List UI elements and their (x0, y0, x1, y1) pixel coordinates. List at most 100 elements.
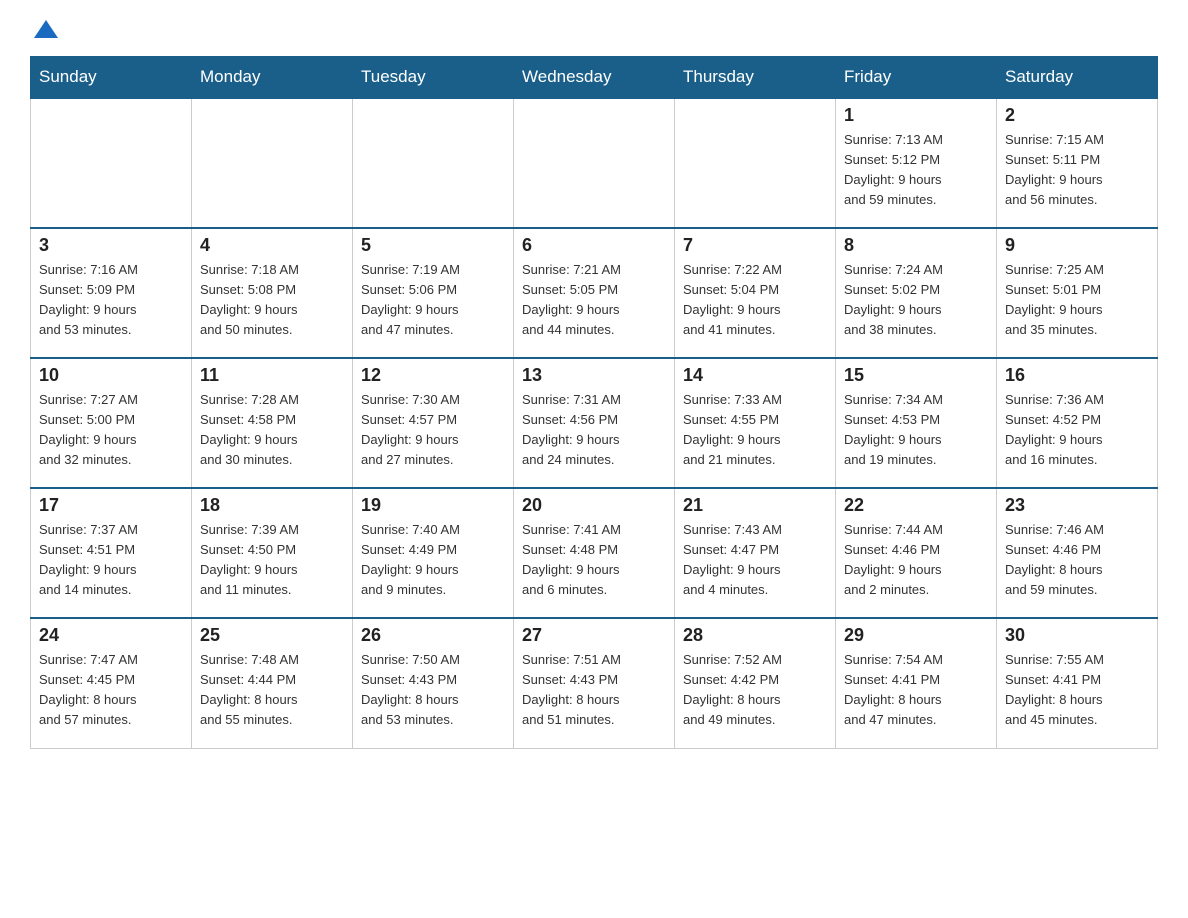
day-info: Sunrise: 7:27 AM Sunset: 5:00 PM Dayligh… (39, 390, 183, 471)
day-info: Sunrise: 7:34 AM Sunset: 4:53 PM Dayligh… (844, 390, 988, 471)
day-number: 19 (361, 495, 505, 516)
calendar-cell: 18 Sunrise: 7:39 AM Sunset: 4:50 PM Dayli… (192, 488, 353, 618)
day-info: Sunrise: 7:55 AM Sunset: 4:41 PM Dayligh… (1005, 650, 1149, 731)
week-row-1: 1 Sunrise: 7:13 AM Sunset: 5:12 PM Daylig… (31, 98, 1158, 228)
calendar-cell: 9 Sunrise: 7:25 AM Sunset: 5:01 PM Daylig… (997, 228, 1158, 358)
day-number: 18 (200, 495, 344, 516)
day-number: 17 (39, 495, 183, 516)
calendar-cell (31, 98, 192, 228)
day-number: 16 (1005, 365, 1149, 386)
calendar-cell: 20 Sunrise: 7:41 AM Sunset: 4:48 PM Dayli… (514, 488, 675, 618)
day-info: Sunrise: 7:25 AM Sunset: 5:01 PM Dayligh… (1005, 260, 1149, 341)
day-number: 3 (39, 235, 183, 256)
logo (30, 20, 60, 36)
day-info: Sunrise: 7:39 AM Sunset: 4:50 PM Dayligh… (200, 520, 344, 601)
weekday-header-wednesday: Wednesday (514, 57, 675, 99)
calendar-cell: 3 Sunrise: 7:16 AM Sunset: 5:09 PM Daylig… (31, 228, 192, 358)
calendar-cell: 30 Sunrise: 7:55 AM Sunset: 4:41 PM Dayli… (997, 618, 1158, 748)
day-info: Sunrise: 7:30 AM Sunset: 4:57 PM Dayligh… (361, 390, 505, 471)
day-number: 2 (1005, 105, 1149, 126)
day-number: 1 (844, 105, 988, 126)
day-number: 30 (1005, 625, 1149, 646)
day-info: Sunrise: 7:40 AM Sunset: 4:49 PM Dayligh… (361, 520, 505, 601)
day-info: Sunrise: 7:41 AM Sunset: 4:48 PM Dayligh… (522, 520, 666, 601)
day-number: 7 (683, 235, 827, 256)
calendar-cell: 10 Sunrise: 7:27 AM Sunset: 5:00 PM Dayli… (31, 358, 192, 488)
day-number: 22 (844, 495, 988, 516)
day-number: 10 (39, 365, 183, 386)
day-info: Sunrise: 7:18 AM Sunset: 5:08 PM Dayligh… (200, 260, 344, 341)
calendar-table: SundayMondayTuesdayWednesdayThursdayFrid… (30, 56, 1158, 749)
calendar-cell: 5Sunrise: 7:19 AM Sunset: 5:06 PM Daylig… (353, 228, 514, 358)
day-info: Sunrise: 7:47 AM Sunset: 4:45 PM Dayligh… (39, 650, 183, 731)
day-number: 21 (683, 495, 827, 516)
day-info: Sunrise: 7:15 AM Sunset: 5:11 PM Dayligh… (1005, 130, 1149, 211)
day-info: Sunrise: 7:54 AM Sunset: 4:41 PM Dayligh… (844, 650, 988, 731)
calendar-cell: 25 Sunrise: 7:48 AM Sunset: 4:44 PM Dayli… (192, 618, 353, 748)
week-row-5: 24Sunrise: 7:47 AM Sunset: 4:45 PM Dayli… (31, 618, 1158, 748)
calendar-cell (192, 98, 353, 228)
day-number: 28 (683, 625, 827, 646)
day-number: 12 (361, 365, 505, 386)
weekday-header-thursday: Thursday (675, 57, 836, 99)
day-info: Sunrise: 7:51 AM Sunset: 4:43 PM Dayligh… (522, 650, 666, 731)
day-info: Sunrise: 7:21 AM Sunset: 5:05 PM Dayligh… (522, 260, 666, 341)
calendar-cell: 11Sunrise: 7:28 AM Sunset: 4:58 PM Dayli… (192, 358, 353, 488)
logo-triangle-icon (32, 16, 60, 44)
calendar-cell (675, 98, 836, 228)
calendar-cell: 13 Sunrise: 7:31 AM Sunset: 4:56 PM Dayli… (514, 358, 675, 488)
page-header (30, 20, 1158, 36)
day-number: 27 (522, 625, 666, 646)
calendar-cell: 24Sunrise: 7:47 AM Sunset: 4:45 PM Dayli… (31, 618, 192, 748)
day-info: Sunrise: 7:50 AM Sunset: 4:43 PM Dayligh… (361, 650, 505, 731)
day-number: 14 (683, 365, 827, 386)
day-info: Sunrise: 7:36 AM Sunset: 4:52 PM Dayligh… (1005, 390, 1149, 471)
calendar-cell: 17 Sunrise: 7:37 AM Sunset: 4:51 PM Dayli… (31, 488, 192, 618)
day-number: 6 (522, 235, 666, 256)
week-row-4: 17 Sunrise: 7:37 AM Sunset: 4:51 PM Dayli… (31, 488, 1158, 618)
weekday-header-tuesday: Tuesday (353, 57, 514, 99)
day-number: 5 (361, 235, 505, 256)
weekday-header-monday: Monday (192, 57, 353, 99)
day-number: 9 (1005, 235, 1149, 256)
day-info: Sunrise: 7:44 AM Sunset: 4:46 PM Dayligh… (844, 520, 988, 601)
calendar-cell: 16 Sunrise: 7:36 AM Sunset: 4:52 PM Dayli… (997, 358, 1158, 488)
day-info: Sunrise: 7:46 AM Sunset: 4:46 PM Dayligh… (1005, 520, 1149, 601)
day-info: Sunrise: 7:22 AM Sunset: 5:04 PM Dayligh… (683, 260, 827, 341)
calendar-cell: 7 Sunrise: 7:22 AM Sunset: 5:04 PM Daylig… (675, 228, 836, 358)
day-number: 26 (361, 625, 505, 646)
calendar-cell: 28 Sunrise: 7:52 AM Sunset: 4:42 PM Dayli… (675, 618, 836, 748)
day-number: 15 (844, 365, 988, 386)
calendar-cell: 8 Sunrise: 7:24 AM Sunset: 5:02 PM Daylig… (836, 228, 997, 358)
calendar-header-row: SundayMondayTuesdayWednesdayThursdayFrid… (31, 57, 1158, 99)
day-info: Sunrise: 7:13 AM Sunset: 5:12 PM Dayligh… (844, 130, 988, 211)
calendar-cell: 26 Sunrise: 7:50 AM Sunset: 4:43 PM Dayli… (353, 618, 514, 748)
calendar-cell: 23 Sunrise: 7:46 AM Sunset: 4:46 PM Dayli… (997, 488, 1158, 618)
day-number: 4 (200, 235, 344, 256)
calendar-cell: 4 Sunrise: 7:18 AM Sunset: 5:08 PM Daylig… (192, 228, 353, 358)
calendar-cell: 2 Sunrise: 7:15 AM Sunset: 5:11 PM Daylig… (997, 98, 1158, 228)
day-number: 8 (844, 235, 988, 256)
day-number: 29 (844, 625, 988, 646)
calendar-cell: 19 Sunrise: 7:40 AM Sunset: 4:49 PM Dayli… (353, 488, 514, 618)
day-number: 23 (1005, 495, 1149, 516)
day-info: Sunrise: 7:48 AM Sunset: 4:44 PM Dayligh… (200, 650, 344, 731)
week-row-3: 10 Sunrise: 7:27 AM Sunset: 5:00 PM Dayli… (31, 358, 1158, 488)
calendar-cell: 6 Sunrise: 7:21 AM Sunset: 5:05 PM Daylig… (514, 228, 675, 358)
week-row-2: 3 Sunrise: 7:16 AM Sunset: 5:09 PM Daylig… (31, 228, 1158, 358)
day-info: Sunrise: 7:24 AM Sunset: 5:02 PM Dayligh… (844, 260, 988, 341)
day-info: Sunrise: 7:31 AM Sunset: 4:56 PM Dayligh… (522, 390, 666, 471)
day-number: 20 (522, 495, 666, 516)
day-info: Sunrise: 7:52 AM Sunset: 4:42 PM Dayligh… (683, 650, 827, 731)
day-number: 25 (200, 625, 344, 646)
day-info: Sunrise: 7:37 AM Sunset: 4:51 PM Dayligh… (39, 520, 183, 601)
calendar-cell (353, 98, 514, 228)
calendar-cell: 21Sunrise: 7:43 AM Sunset: 4:47 PM Dayli… (675, 488, 836, 618)
calendar-cell: 14 Sunrise: 7:33 AM Sunset: 4:55 PM Dayli… (675, 358, 836, 488)
calendar-cell: 27 Sunrise: 7:51 AM Sunset: 4:43 PM Dayli… (514, 618, 675, 748)
weekday-header-friday: Friday (836, 57, 997, 99)
day-info: Sunrise: 7:16 AM Sunset: 5:09 PM Dayligh… (39, 260, 183, 341)
weekday-header-sunday: Sunday (31, 57, 192, 99)
day-info: Sunrise: 7:33 AM Sunset: 4:55 PM Dayligh… (683, 390, 827, 471)
day-number: 13 (522, 365, 666, 386)
